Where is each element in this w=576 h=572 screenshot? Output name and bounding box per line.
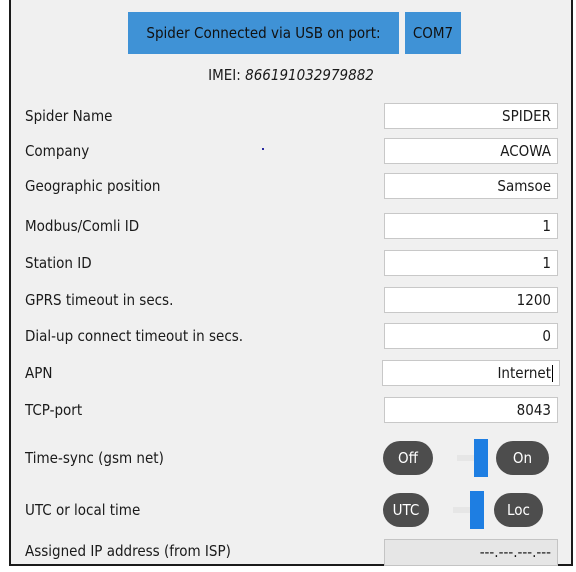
row-company: Company ACOWA xyxy=(11,136,571,166)
row-spider-name: Spider Name SPIDER xyxy=(11,101,571,131)
station-id-label: Station ID xyxy=(25,254,92,272)
time-sync-toggle-track[interactable] xyxy=(457,455,475,461)
time-sync-toggle-knob[interactable] xyxy=(474,439,488,477)
company-field[interactable]: ACOWA xyxy=(384,138,558,164)
row-assigned-ip: Assigned IP address (from ISP) ---.---.-… xyxy=(11,536,571,566)
time-mode-label: UTC or local time xyxy=(25,501,141,519)
time-sync-on-label: On xyxy=(512,449,533,467)
company-label: Company xyxy=(25,142,90,160)
row-apn: APN Internet xyxy=(11,358,571,388)
gprs-timeout-label: GPRS timeout in secs. xyxy=(25,291,174,309)
geographic-position-field[interactable]: Samsoe xyxy=(384,173,558,199)
row-time-mode: UTC or local time xyxy=(11,495,571,525)
settings-panel: Spider Connected via USB on port: COM7 I… xyxy=(9,0,573,566)
dialup-timeout-label: Dial-up connect timeout in secs. xyxy=(25,327,244,345)
geographic-position-label: Geographic position xyxy=(25,177,161,195)
imei-label: IMEI: xyxy=(208,66,241,84)
connection-port-value: COM7 xyxy=(412,24,454,42)
utc-button-label: UTC xyxy=(392,501,420,519)
spider-name-field[interactable]: SPIDER xyxy=(384,103,558,129)
apn-field[interactable]: Internet xyxy=(382,360,560,386)
time-mode-toggle-knob[interactable] xyxy=(470,491,484,529)
modbus-id-label: Modbus/Comli ID xyxy=(25,217,140,235)
row-modbus-id: Modbus/Comli ID 1 xyxy=(11,211,571,241)
connection-port: COM7 xyxy=(405,12,461,54)
local-time-button[interactable]: Loc xyxy=(494,493,543,527)
row-dialup-timeout: Dial-up connect timeout in secs. 0 xyxy=(11,321,571,351)
apn-value: Internet xyxy=(497,364,551,382)
row-station-id: Station ID 1 xyxy=(11,248,571,278)
local-time-button-label: Loc xyxy=(507,501,530,519)
connection-status: Spider Connected via USB on port: xyxy=(128,12,399,54)
tcp-port-label: TCP-port xyxy=(25,401,83,419)
time-sync-on-button[interactable]: On xyxy=(496,441,549,475)
row-gprs-timeout: GPRS timeout in secs. 1200 xyxy=(11,285,571,315)
imei-value: 866191032979882 xyxy=(245,66,374,84)
time-sync-off-button[interactable]: Off xyxy=(383,441,433,475)
tcp-port-field[interactable]: 8043 xyxy=(384,397,558,423)
apn-label: APN xyxy=(25,364,53,382)
assigned-ip-label: Assigned IP address (from ISP) xyxy=(25,542,231,560)
text-cursor xyxy=(552,365,553,382)
dialup-timeout-field[interactable]: 0 xyxy=(384,323,558,349)
connection-status-label: Spider Connected via USB on port: xyxy=(146,24,381,42)
time-sync-label: Time-sync (gsm net) xyxy=(25,449,164,467)
row-tcp-port: TCP-port 8043 xyxy=(11,395,571,425)
time-sync-off-label: Off xyxy=(398,449,418,467)
imei-line: IMEI: 866191032979882 xyxy=(11,66,571,84)
row-geographic-position: Geographic position Samsoe xyxy=(11,171,571,201)
station-id-field[interactable]: 1 xyxy=(384,250,558,276)
gprs-timeout-field[interactable]: 1200 xyxy=(384,287,558,313)
modbus-id-field[interactable]: 1 xyxy=(384,213,558,239)
utc-button[interactable]: UTC xyxy=(383,493,429,527)
time-mode-toggle-track[interactable] xyxy=(453,507,471,513)
spider-name-label: Spider Name xyxy=(25,107,113,125)
assigned-ip-field: ---.---.---.--- xyxy=(384,539,558,566)
